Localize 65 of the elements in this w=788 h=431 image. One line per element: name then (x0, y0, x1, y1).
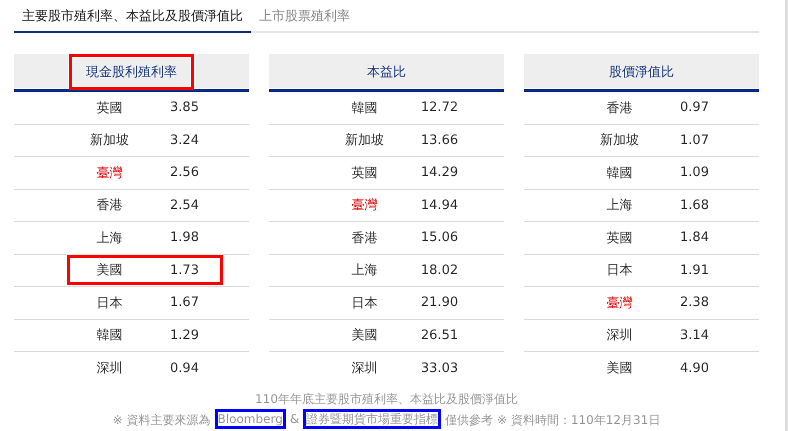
table-cell-text: 日本 (96, 294, 124, 312)
table-cell-text: 1.68 (679, 198, 710, 213)
table-cell-text: 13.66 (420, 132, 460, 148)
table-cell-text: 英國 (350, 164, 378, 182)
caption: 110年年底主要股市殖利率、本益比及股價淨值比 (254, 390, 519, 408)
table-cell-text: 26.51 (420, 328, 460, 343)
table-cell-text: 2.54 (169, 198, 200, 213)
table-cell-text: 3.85 (169, 100, 200, 116)
table-cell-text: 美國 (96, 262, 124, 280)
table-cell-text: 14.94 (420, 198, 460, 213)
table-cell-text: 英國 (96, 100, 124, 117)
table-cell-text: 0.94 (169, 360, 200, 376)
table-cell-text: 臺灣 (350, 197, 378, 214)
table-cell-text: 1.67 (169, 295, 200, 310)
table-cell-text: 上海 (606, 197, 634, 214)
table-cell-text: 1.29 (169, 328, 200, 343)
table-cell-text: 美國 (350, 327, 378, 344)
footer-text: & (290, 412, 300, 428)
table-cell-text: 2.38 (679, 295, 710, 310)
table-cell-text: 深圳 (350, 360, 378, 378)
table-cell-text: 深圳 (96, 360, 124, 378)
table-cell-text: 新加坡 (599, 132, 640, 150)
table-cell-text: 3.24 (169, 132, 200, 148)
column-heading: 股價淨值比 (608, 64, 675, 82)
table-cell-text: 英國 (606, 230, 634, 247)
table-cell-text: 15.06 (420, 230, 460, 246)
table-cell-text: 1.91 (679, 262, 710, 278)
table-cell-text: 香港 (350, 230, 378, 247)
link[interactable]: 證券暨期貨市場重要指標 (303, 408, 442, 428)
table-cell-text: 18.02 (420, 262, 460, 278)
table-cell-text: 日本 (350, 294, 378, 312)
footer-text: 僅供參考 ※ 資料時間：110年12月31日 (445, 412, 660, 428)
table-cell-text: 33.03 (420, 360, 460, 376)
table-cell-text: 韓國 (606, 164, 634, 182)
table-cell-text: 深圳 (606, 327, 634, 344)
table-cell-text: 新加坡 (344, 132, 385, 150)
table-cell-text: 韓國 (96, 327, 124, 344)
table-cell-text: 1.84 (679, 230, 710, 246)
tab[interactable]: 主要股市殖利率、本益比及股價淨值比 (14, 0, 251, 33)
table-cell-text: 日本 (606, 262, 634, 280)
table-cell-text: 臺灣 (606, 294, 634, 312)
table-cell-text: 美國 (606, 360, 634, 378)
column-heading: 本益比 (366, 64, 407, 82)
table-cell-text: 4.90 (679, 360, 710, 376)
table-cell-text: 3.14 (679, 328, 710, 343)
table-cell-text: 12.72 (420, 100, 460, 116)
table-cell-text: 香港 (96, 197, 124, 214)
table-cell-text: 1.07 (679, 132, 710, 148)
table-cell-text: 14.29 (420, 165, 460, 180)
footer-text: ※ 資料主要來源為 (112, 412, 211, 428)
column-heading: 現金股利殖利率 (69, 54, 194, 90)
tab[interactable]: 上市股票殖利率 (251, 0, 358, 33)
table-cell-text: 1.98 (169, 230, 200, 246)
table-cell-text: 1.73 (169, 262, 200, 278)
table-cell-text: 0.97 (679, 100, 710, 116)
table-cell-text: 上海 (96, 230, 124, 247)
table-cell-text: 21.90 (420, 295, 460, 310)
table-cell-text: 香港 (606, 100, 634, 117)
table-cell-text: 1.09 (679, 165, 710, 180)
table-cell-text: 新加坡 (89, 132, 130, 150)
table-cell-text: 臺灣 (96, 164, 124, 182)
link[interactable]: Bloomberg (214, 408, 286, 428)
table-cell-text: 2.56 (169, 165, 200, 180)
table-cell-text: 韓國 (350, 100, 378, 117)
table-cell-text: 上海 (350, 262, 378, 280)
